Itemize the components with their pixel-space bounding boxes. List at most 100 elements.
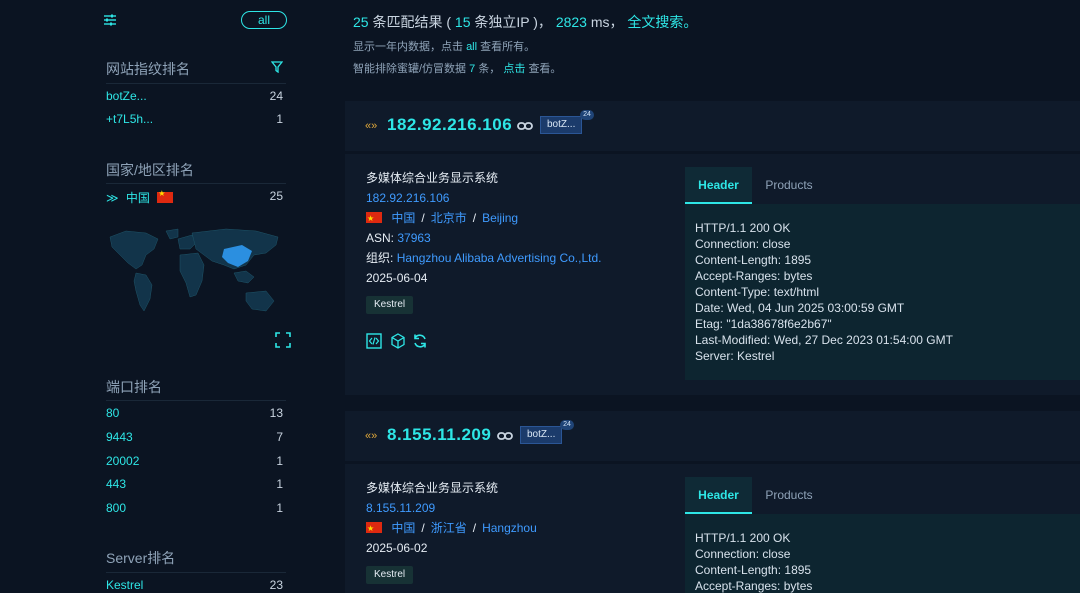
fingerprint-ranking-title: 网站指纹排名	[106, 61, 190, 77]
detail-panel: Header Products HTTP/1.1 200 OK Connecti…	[685, 167, 1080, 380]
province-link[interactable]: 浙江省	[431, 521, 467, 535]
world-map[interactable]	[106, 225, 284, 345]
fingerprint-tag[interactable]: botZ...	[520, 426, 563, 444]
fulltext-search-link[interactable]: 全文搜索。	[627, 14, 697, 30]
asn-line: ASN: 37963	[366, 228, 602, 248]
location-line: 中国 / 浙江省 / Hangzhou	[366, 518, 537, 539]
link-icon[interactable]	[517, 121, 533, 131]
header-line: Connection: close	[695, 237, 791, 251]
unique-ip-label: 条独立IP )，	[474, 14, 552, 30]
refresh-icon[interactable]	[412, 333, 428, 349]
scan-date: 2025-06-02	[366, 541, 428, 555]
tab-products[interactable]: Products	[755, 477, 823, 514]
result-card-body: 多媒体综合业务显示系统 8.155.11.209 中国 / 浙江省 / Hangzhou…	[345, 464, 1080, 593]
server-tag[interactable]: Kestrel	[366, 566, 414, 584]
time-value: 2823	[555, 14, 587, 30]
country-row[interactable]: ≫ 中国	[106, 189, 174, 206]
result-card-body: 多媒体综合业务显示系统 182.92.216.106 中国 / 北京市 / Beijin…	[345, 154, 1080, 395]
detail-panel: Header Products HTTP/1.1 200 OK Connecti…	[685, 477, 1080, 593]
org-line: 组织: Hangzhou Alibaba Advertising Co.,Ltd…	[366, 248, 602, 268]
fingerprint-item[interactable]: botZe... 24	[106, 89, 283, 105]
header-line: Connection: close	[695, 547, 791, 561]
server-tag[interactable]: Kestrel	[366, 296, 414, 314]
results-label: 条匹配结果 (	[372, 14, 452, 30]
port-count: 1	[276, 501, 283, 515]
city-link[interactable]: Hangzhou	[482, 521, 537, 535]
org-link[interactable]: Hangzhou Alibaba Advertising Co.,Ltd.	[397, 251, 602, 265]
asn-link[interactable]: 37963	[397, 231, 430, 245]
detail-tabs: Header Products	[685, 167, 1080, 204]
fingerprint-name[interactable]: botZe...	[106, 89, 147, 103]
show-all-link[interactable]: all	[466, 41, 477, 53]
all-toggle-button[interactable]: all	[241, 11, 287, 29]
note-text: 条，	[478, 63, 501, 75]
fingerprint-item[interactable]: +t7L5h... 1	[106, 112, 283, 128]
separator: /	[472, 211, 477, 225]
chevron-double-right-icon: ≫	[106, 191, 119, 205]
port-count: 1	[276, 454, 283, 468]
ip-link[interactable]: 182.92.216.106	[366, 188, 602, 208]
port-number[interactable]: 20002	[106, 454, 139, 468]
port-number[interactable]: 443	[106, 477, 126, 491]
country-ranking-title: 国家/地区排名	[106, 162, 194, 178]
fingerprint-name[interactable]: +t7L5h...	[106, 112, 153, 126]
summary-line: 25 条匹配结果 ( 15 条独立IP )， 2823 ms， 全文搜索。	[353, 12, 697, 32]
header-line: Server: Kestrel	[695, 349, 775, 363]
location-line: 中国 / 北京市 / Beijing	[366, 208, 602, 229]
honeypot-note: 智能排除蜜罐/仿冒数据 7 条， 点击 查看。	[353, 60, 697, 76]
result-ip-title[interactable]: 182.92.216.106	[387, 115, 512, 135]
header-line: HTTP/1.1 200 OK	[695, 221, 791, 235]
result-ip-title[interactable]: 8.155.11.209	[387, 425, 491, 445]
country-item[interactable]: ≫ 中国 25	[106, 189, 283, 205]
fingerprint-tag[interactable]: botZ...	[540, 116, 583, 134]
result-info: 多媒体综合业务显示系统 182.92.216.106 中国 / 北京市 / Beijin…	[366, 168, 602, 314]
header-line: Accept-Ranges: bytes	[695, 579, 813, 593]
port-item[interactable]: 80 13	[106, 406, 283, 422]
code-icon[interactable]	[366, 333, 382, 349]
header-line: Date: Wed, 04 Jun 2025 03:00:59 GMT	[695, 301, 905, 315]
port-number[interactable]: 800	[106, 501, 126, 515]
port-number[interactable]: 80	[106, 406, 119, 420]
header-line: Accept-Ranges: bytes	[695, 269, 813, 283]
tab-header[interactable]: Header	[685, 167, 752, 204]
link-icon[interactable]	[497, 431, 513, 441]
fingerprint-count: 1	[276, 112, 283, 126]
header-line: Etag: "1da38678f6e2b67"	[695, 317, 832, 331]
city-link[interactable]: Beijing	[482, 211, 518, 225]
port-item[interactable]: 443 1	[106, 477, 283, 493]
port-number[interactable]: 9443	[106, 430, 133, 444]
country-link[interactable]: 中国	[391, 521, 415, 535]
server-name[interactable]: Kestrel	[106, 578, 143, 592]
cube-icon[interactable]	[390, 333, 406, 349]
note-text: 查看所有。	[480, 41, 536, 53]
tab-header[interactable]: Header	[685, 477, 752, 514]
result-card-header: «» 182.92.216.106 botZ... 24	[345, 101, 1080, 151]
port-item[interactable]: 800 1	[106, 501, 283, 517]
results-summary: 25 条匹配结果 ( 15 条独立IP )， 2823 ms， 全文搜索。 显示…	[353, 12, 697, 76]
port-item[interactable]: 9443 7	[106, 430, 283, 446]
divider	[106, 183, 286, 184]
country-link[interactable]: 中国	[391, 211, 415, 225]
result-card-header: «» 8.155.11.209 botZ... 24	[345, 411, 1080, 461]
honeypot-count: 7	[469, 63, 476, 75]
filter-funnel-icon[interactable]	[271, 61, 283, 73]
divider	[106, 400, 286, 401]
view-excluded-link[interactable]: 点击	[503, 63, 525, 75]
site-title: 多媒体综合业务显示系统	[366, 171, 499, 185]
scan-date: 2025-06-04	[366, 271, 428, 285]
fullscreen-icon[interactable]	[275, 332, 291, 348]
province-link[interactable]: 北京市	[431, 211, 467, 225]
port-item[interactable]: 20002 1	[106, 454, 283, 470]
note-text: 查看。	[528, 63, 562, 75]
china-flag-icon	[366, 209, 382, 229]
ip-link[interactable]: 8.155.11.209	[366, 498, 537, 518]
http-header-box: HTTP/1.1 200 OK Connection: close Conten…	[685, 514, 1080, 593]
country-name[interactable]: 中国	[126, 191, 150, 205]
time-unit: ms，	[590, 14, 624, 30]
tab-products[interactable]: Products	[755, 167, 823, 204]
server-item[interactable]: Kestrel 23	[106, 578, 283, 593]
sliders-icon[interactable]	[103, 13, 117, 27]
server-count: 23	[269, 578, 283, 592]
port-ranking-title: 端口排名	[106, 379, 162, 395]
unique-ip-count: 15	[454, 14, 471, 30]
